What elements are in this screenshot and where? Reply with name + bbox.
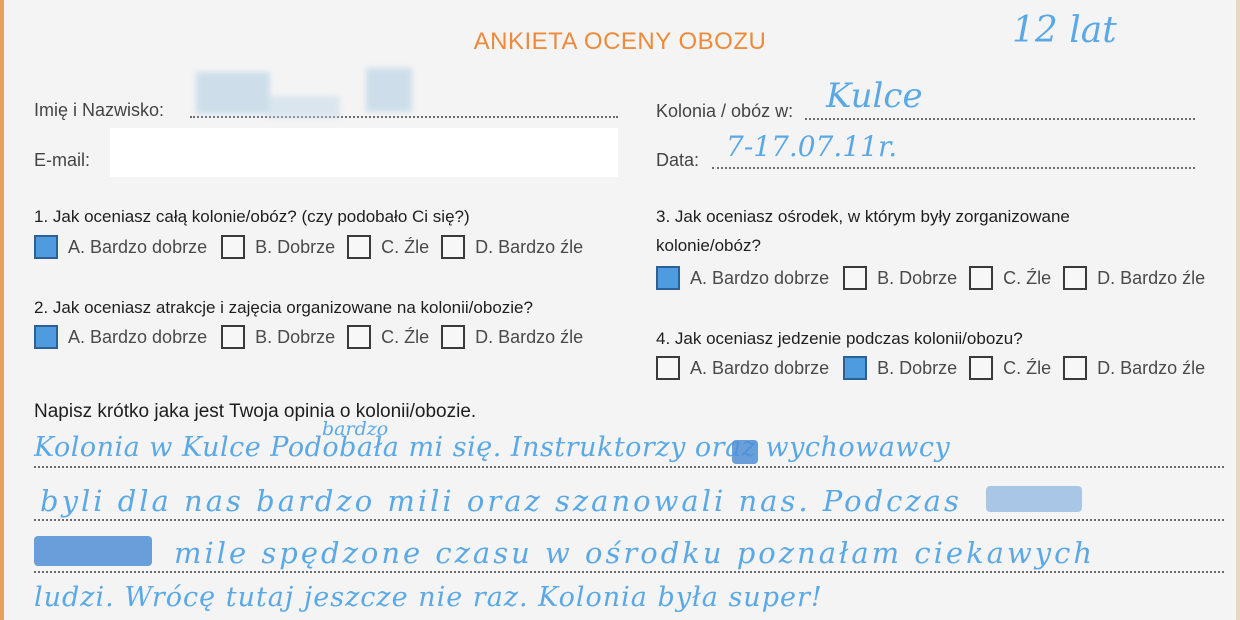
email-label: E-mail: bbox=[34, 150, 91, 170]
question-3-line-1: 3. Jak oceniasz ośrodek, w którym były z… bbox=[656, 207, 1070, 226]
q4-option-c[interactable]: C. Źle bbox=[969, 356, 1051, 380]
q1-checkbox-a[interactable] bbox=[34, 235, 58, 259]
question-1: 1. Jak oceniasz całą kolonie/obóz? (czy … bbox=[34, 207, 470, 226]
q3-checkbox-a[interactable] bbox=[656, 266, 680, 290]
email-redaction bbox=[110, 128, 618, 177]
name-label: Imię i Nazwisko: bbox=[34, 100, 165, 120]
question-4: 4. Jak oceniasz jedzenie podczas kolonii… bbox=[656, 329, 1023, 348]
q2-checkbox-b[interactable] bbox=[221, 325, 246, 349]
survey-card: ANKIETA OCENY OBOZU 12 lat Imię i Nazwis… bbox=[0, 0, 1240, 620]
q3-option-d[interactable]: D. Bardzo źle bbox=[1063, 266, 1205, 290]
q1-option-c[interactable]: C. Źle bbox=[347, 235, 429, 259]
q1-options: A. Bardzo dobrze B. Dobrze C. Źle D. Bar… bbox=[34, 235, 595, 259]
q3-options: A. Bardzo dobrze B. Dobrze C. Źle D. Bar… bbox=[656, 266, 1217, 290]
opinion-line-2[interactable] bbox=[34, 519, 1224, 521]
opinion-text-line-4: ludzi. Wrócę tutaj jeszcze nie raz. Kolo… bbox=[34, 582, 823, 613]
opinion-text-line-1: Kolonia w Kulce Podobała mi się. Instruk… bbox=[34, 432, 951, 463]
q2-option-b[interactable]: B. Dobrze bbox=[221, 325, 335, 349]
card-left-edge bbox=[0, 0, 4, 620]
surname-handwriting-blurred bbox=[366, 68, 412, 112]
camp-line[interactable] bbox=[805, 118, 1195, 120]
q4-checkbox-a[interactable] bbox=[656, 356, 680, 380]
handwritten-age: 12 lat bbox=[1012, 10, 1117, 51]
date-label: Data: bbox=[656, 150, 700, 170]
opinion-line-1[interactable] bbox=[34, 466, 1224, 468]
name-handwriting-blurred bbox=[196, 72, 270, 114]
q2-option-d[interactable]: D. Bardzo źle bbox=[441, 325, 583, 349]
opinion-text-line-3: mile spędzone czasu w ośrodku poznałam c… bbox=[174, 536, 1096, 570]
camp-label: Kolonia / obóz w: bbox=[656, 101, 794, 121]
date-value: 7-17.07.11r. bbox=[726, 130, 898, 163]
q4-option-b[interactable]: B. Dobrze bbox=[843, 356, 957, 380]
opinion-line-3[interactable] bbox=[34, 571, 1224, 573]
q4-options: A. Bardzo dobrze B. Dobrze C. Źle D. Bar… bbox=[656, 356, 1217, 380]
q1-checkbox-c[interactable] bbox=[347, 235, 372, 259]
q4-option-d[interactable]: D. Bardzo źle bbox=[1063, 356, 1205, 380]
q4-checkbox-c[interactable] bbox=[969, 356, 994, 380]
scribble-mark-2 bbox=[986, 486, 1082, 512]
q3-option-b[interactable]: B. Dobrze bbox=[843, 266, 957, 290]
name-line[interactable] bbox=[190, 116, 618, 118]
q1-option-d[interactable]: D. Bardzo źle bbox=[441, 235, 583, 259]
opinion-text-line-2: byli dla nas bardzo mili oraz szanowali … bbox=[40, 484, 962, 518]
q2-checkbox-d[interactable] bbox=[441, 325, 466, 349]
q2-option-a[interactable]: A. Bardzo dobrze bbox=[34, 325, 207, 349]
q2-checkbox-c[interactable] bbox=[347, 325, 372, 349]
q1-checkbox-b[interactable] bbox=[221, 235, 246, 259]
q3-checkbox-d[interactable] bbox=[1063, 266, 1088, 290]
name-blur-mid bbox=[268, 96, 340, 118]
q4-checkbox-b[interactable] bbox=[843, 356, 868, 380]
q1-option-b[interactable]: B. Dobrze bbox=[221, 235, 335, 259]
question-3-line-2: kolonie/obóz? bbox=[656, 236, 761, 255]
question-2: 2. Jak oceniasz atrakcje i zajęcia organ… bbox=[34, 298, 533, 317]
q2-options: A. Bardzo dobrze B. Dobrze C. Źle D. Bar… bbox=[34, 325, 595, 349]
camp-value: Kulce bbox=[826, 76, 923, 116]
q3-checkbox-b[interactable] bbox=[843, 266, 868, 290]
card-right-edge bbox=[1236, 0, 1240, 620]
q1-option-a[interactable]: A. Bardzo dobrze bbox=[34, 235, 207, 259]
q4-checkbox-d[interactable] bbox=[1063, 356, 1088, 380]
scribble-mark-3 bbox=[34, 536, 152, 566]
q2-option-c[interactable]: C. Źle bbox=[347, 325, 429, 349]
opinion-prompt: Napisz krótko jaka jest Twoja opinia o k… bbox=[34, 401, 477, 422]
q1-checkbox-d[interactable] bbox=[441, 235, 466, 259]
scribble-mark-1 bbox=[732, 440, 758, 464]
q2-checkbox-a[interactable] bbox=[34, 325, 58, 349]
q4-option-a[interactable]: A. Bardzo dobrze bbox=[656, 356, 829, 380]
q3-checkbox-c[interactable] bbox=[969, 266, 994, 290]
q3-option-a[interactable]: A. Bardzo dobrze bbox=[656, 266, 829, 290]
date-line[interactable] bbox=[712, 167, 1195, 169]
q3-option-c[interactable]: C. Źle bbox=[969, 266, 1051, 290]
